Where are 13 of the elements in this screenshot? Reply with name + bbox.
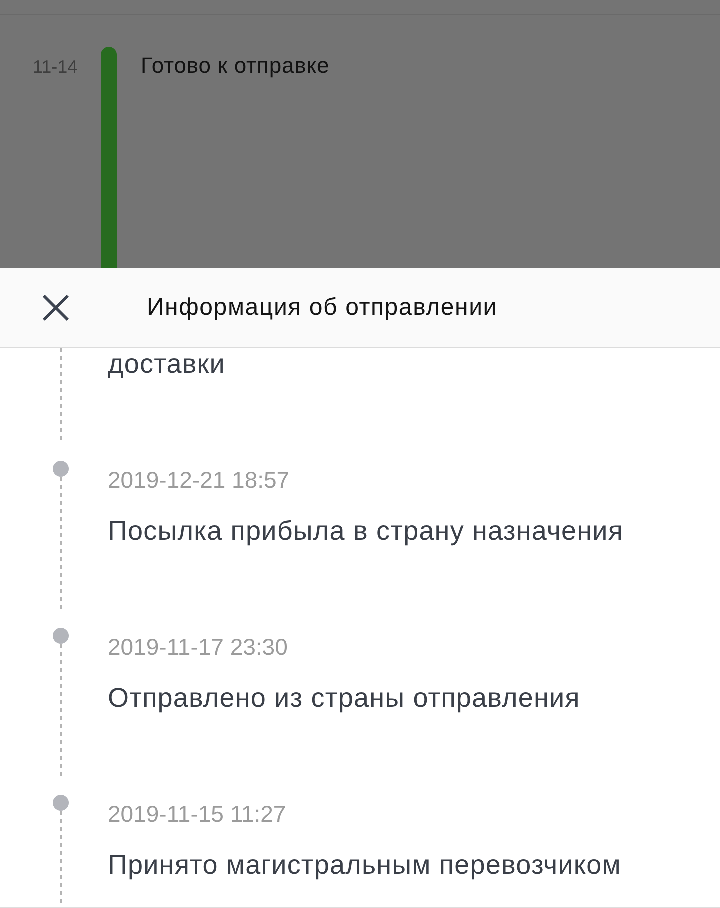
timeline-dot-icon [53,461,69,477]
event-description: Посылка прибыла в страну назначения [108,515,624,547]
event-description: Отправлено из страны отправления [108,682,580,714]
event-date: 2019-11-17 23:30 [108,633,288,661]
timeline-dot-icon [53,628,69,644]
close-icon [42,294,70,322]
event-description: Принято магистральным перевозчиком [108,849,622,881]
event-date: 2019-12-21 18:57 [108,466,290,494]
event-description: доставки [108,348,226,380]
timeline-dot-icon [53,795,69,811]
event-date: 2019-11-15 11:27 [108,800,286,828]
sheet-title: Информация об отправлении [147,292,498,322]
status-text: Готово к отправке [141,53,330,79]
